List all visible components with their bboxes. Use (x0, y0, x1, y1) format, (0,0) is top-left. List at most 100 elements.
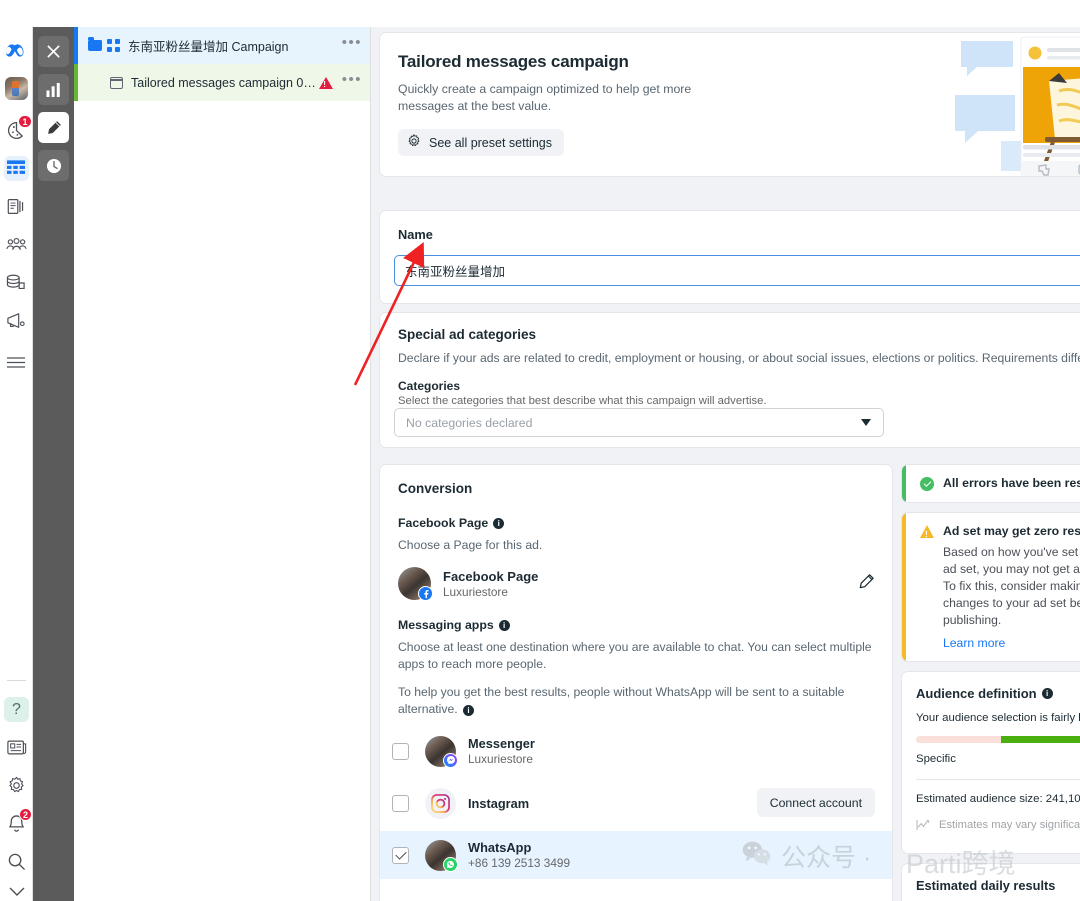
special-ad-categories-title: Special ad categories (380, 313, 1080, 342)
bell-icon[interactable]: 2 (4, 811, 29, 836)
instagram-checkbox[interactable] (392, 795, 409, 812)
warning-triangle-icon (920, 525, 934, 538)
left-nav-rail: 1 ? (0, 27, 33, 901)
meta-logo-icon[interactable] (4, 38, 29, 63)
campaign-more-button[interactable]: ••• (342, 39, 362, 52)
menu-icon[interactable] (4, 350, 29, 375)
audience-meter (916, 736, 1080, 743)
special-ad-categories-card: Special ad categories Declare if your ad… (379, 312, 1080, 448)
pacman-badge: 1 (18, 115, 31, 128)
whatsapp-number: +86 139 2513 3499 (468, 856, 570, 870)
app-row-instagram[interactable]: Instagram Connect account (380, 779, 892, 827)
campaign-name-card: Name (379, 210, 1080, 304)
pages-icon[interactable] (4, 194, 29, 219)
trend-chart-icon (916, 819, 931, 837)
close-icon[interactable] (38, 36, 69, 67)
messaging-apps-note: To help you get the best results, people… (380, 673, 892, 718)
messenger-badge-icon (443, 753, 458, 768)
pacman-icon[interactable]: 1 (4, 118, 29, 143)
messaging-apps-label-text: Messaging apps (398, 618, 494, 632)
rail-divider (7, 680, 26, 681)
page-avatar (398, 567, 431, 600)
billing-icon[interactable] (4, 270, 29, 295)
categories-label: Categories (380, 365, 1080, 393)
messenger-account: Luxuriestore (468, 752, 535, 766)
learn-more-link[interactable]: Learn more (920, 636, 1080, 650)
audience-definition-card: Audience definition i Your audience sele… (901, 671, 1080, 854)
account-avatar[interactable] (4, 76, 29, 101)
facebook-page-row[interactable]: Facebook Page Luxuriestore (380, 554, 892, 600)
campaign-label: 东南亚粉丝量增加 Campaign (128, 36, 342, 55)
top-band (0, 0, 1080, 27)
app-row-whatsapp[interactable]: WhatsApp +86 139 2513 3499 (380, 831, 892, 879)
whatsapp-avatar (425, 840, 456, 871)
facebook-badge-icon (418, 586, 433, 601)
edit-icon[interactable] (38, 112, 69, 143)
audience-estimate-note-text: Estimates may vary significantly over ti… (939, 817, 1080, 837)
editor-tool-strip (33, 27, 74, 901)
messenger-name: Messenger (468, 736, 535, 751)
main-content: Tailored messages campaign Quickly creat… (371, 27, 1080, 901)
page-name: Facebook Page (443, 569, 538, 584)
whatsapp-name: WhatsApp (468, 840, 570, 855)
facebook-page-sublabel: Choose a Page for this ad. (380, 530, 892, 554)
history-icon[interactable] (38, 150, 69, 181)
facebook-page-label-text: Facebook Page (398, 516, 488, 530)
conversion-title: Conversion (380, 465, 892, 496)
info-icon[interactable]: i (493, 518, 504, 529)
chevron-down-icon[interactable] (4, 887, 29, 897)
check-circle-icon (920, 477, 934, 491)
special-ad-categories-description: Declare if your ads are related to credi… (380, 342, 1080, 365)
audience-icon[interactable] (4, 232, 29, 257)
gear-icon[interactable] (4, 773, 29, 798)
whatsapp-checkbox[interactable] (392, 847, 409, 864)
categories-select-value: No categories declared (406, 416, 532, 430)
chart-icon[interactable] (38, 74, 69, 105)
app-row-messenger[interactable]: Messenger Luxuriestore (380, 727, 892, 775)
campaign-tree-panel: 东南亚粉丝量增加 Campaign ••• Tailored messages … (74, 27, 371, 901)
estimated-daily-results-title: Estimated daily results (916, 878, 1080, 893)
categories-select[interactable]: No categories declared (394, 408, 884, 437)
error-warning-icon (319, 77, 333, 89)
avatar (5, 77, 28, 100)
campaign-illustration (953, 33, 1080, 177)
estimated-audience-size: Estimated audience size: 241,100,000 (902, 780, 1080, 805)
tree-row-campaign[interactable]: 东南亚粉丝量增加 Campaign ••• (74, 27, 370, 64)
info-icon[interactable]: i (463, 705, 474, 716)
megaphone-icon[interactable] (4, 308, 29, 333)
audience-definition-title-text: Audience definition (916, 686, 1037, 701)
instagram-avatar (425, 788, 456, 819)
bell-badge: 2 (19, 808, 32, 821)
audience-definition-title: Audience definition i (902, 686, 1080, 701)
folder-icon (88, 40, 102, 51)
right-summary-column: All errors have been resolved Ad set may… (901, 464, 1080, 901)
tree-row-adset[interactable]: Tailored messages campaign 04... ••• (74, 64, 370, 101)
errors-resolved-text: All errors have been resolved (943, 476, 1080, 490)
zero-results-title: Ad set may get zero results (943, 524, 1080, 538)
see-all-preset-settings-button[interactable]: See all preset settings (398, 129, 564, 156)
conversion-card: Conversion Facebook Page i Choose a Page… (379, 464, 893, 901)
chevron-down-icon (861, 419, 871, 426)
errors-resolved-alert: All errors have been resolved (901, 464, 1080, 503)
categories-sublabel: Select the categories that best describe… (380, 393, 1080, 407)
info-icon[interactable]: i (1042, 688, 1053, 699)
page-subtitle: Quickly create a campaign optimized to h… (380, 72, 750, 115)
info-icon[interactable]: i (499, 620, 510, 631)
help-icon[interactable]: ? (4, 697, 29, 722)
campaign-objective-card: Tailored messages campaign Quickly creat… (379, 32, 1080, 177)
zero-results-alert: Ad set may get zero results Based on how… (901, 512, 1080, 662)
adset-more-button[interactable]: ••• (342, 76, 362, 89)
zero-results-head: Ad set may get zero results (920, 524, 1080, 538)
instagram-name: Instagram (468, 796, 529, 811)
connect-account-button[interactable]: Connect account (757, 788, 875, 817)
errors-resolved-head: All errors have been resolved (920, 476, 1080, 491)
search-icon[interactable] (4, 849, 29, 874)
estimated-daily-results-card: Estimated daily results (901, 863, 1080, 901)
adset-icon (110, 77, 123, 89)
news-icon[interactable] (4, 735, 29, 760)
zero-results-body: Based on how you've set up your ad set, … (920, 544, 1080, 629)
campaign-name-input[interactable] (394, 255, 1080, 286)
table-icon[interactable] (4, 156, 29, 181)
messenger-checkbox[interactable] (392, 743, 409, 760)
edit-page-icon[interactable] (859, 574, 874, 594)
